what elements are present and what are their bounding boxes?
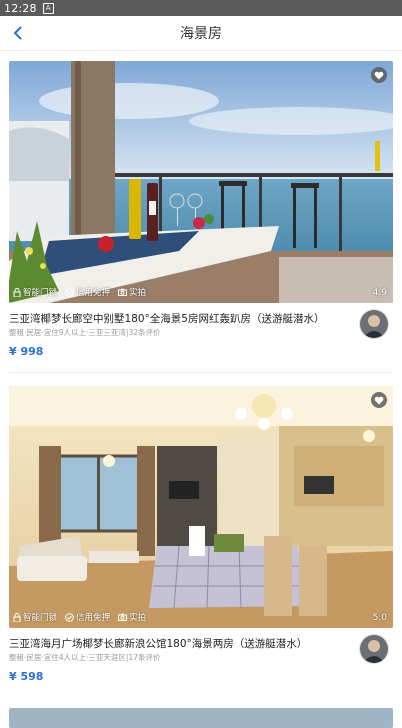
tag-real-photos: 实拍 xyxy=(118,286,146,298)
rating-score: 4.9 xyxy=(372,288,387,298)
listing-card[interactable]: 智能门锁 信用免押 实拍 4.9 三亚湾椰梦长廊空中别墅180°全海景5房网红轰… xyxy=(9,61,393,373)
balcony-sea-view-photo xyxy=(9,61,393,303)
check-circle-icon xyxy=(65,287,74,297)
rating-score: 5.0 xyxy=(372,613,387,623)
heart-icon xyxy=(374,396,384,404)
page-title: 海景房 xyxy=(180,26,222,42)
host-avatar-image xyxy=(360,635,388,663)
host-avatar[interactable] xyxy=(359,634,389,664)
status-time: 12:28 xyxy=(4,1,37,15)
listing-price: ¥ 998 xyxy=(9,345,44,358)
tag-label: 实拍 xyxy=(129,613,147,623)
check-circle-icon xyxy=(65,612,74,622)
tag-credit-deposit-free: 信用免押 xyxy=(65,611,110,623)
feature-tags: 智能门锁 信用免押 实拍 xyxy=(13,286,146,298)
tag-label: 实拍 xyxy=(129,288,147,298)
listing-photo[interactable]: 智能门锁 信用免押 实拍 4.9 xyxy=(9,61,393,303)
listing-title[interactable]: 三亚湾海月广场椰梦长廊新浪公馆180°海景两房（送游艇潜水） xyxy=(9,636,349,651)
listing-photo[interactable]: 智能门锁 信用免押 实拍 5.0 xyxy=(9,386,393,628)
tag-smart-lock: 智能门锁 xyxy=(13,286,57,298)
chevron-left-icon xyxy=(13,26,22,40)
apartment-interior-photo xyxy=(9,386,393,628)
listing-subtitle: 整租·民居·宜住4人以上·三亚天涯区|17条评价 xyxy=(9,653,161,662)
host-avatar-image xyxy=(360,310,388,338)
listing-info: 三亚湾椰梦长廊空中别墅180°全海景5房网红轰趴房（送游艇潜水） 整租·民居·宜… xyxy=(9,303,393,373)
listing-price: ¥ 598 xyxy=(9,670,44,683)
back-button[interactable] xyxy=(6,21,30,45)
tag-label: 智能门锁 xyxy=(23,613,58,623)
feature-tags: 智能门锁 信用免押 实拍 xyxy=(13,611,146,623)
navigation-bar: 海景房 xyxy=(0,16,402,51)
lock-icon xyxy=(13,612,21,622)
divider xyxy=(9,372,393,373)
host-avatar[interactable] xyxy=(359,309,389,339)
tag-smart-lock: 智能门锁 xyxy=(13,611,57,623)
lock-icon xyxy=(13,287,21,297)
tag-label: 智能门锁 xyxy=(23,288,58,298)
listing-title[interactable]: 三亚湾椰梦长廊空中别墅180°全海景5房网红轰趴房（送游艇潜水） xyxy=(9,311,349,326)
favorite-button[interactable] xyxy=(371,67,387,83)
tag-credit-deposit-free: 信用免押 xyxy=(65,286,110,298)
status-bar: 12:28 A xyxy=(0,0,402,16)
camera-icon xyxy=(118,613,128,621)
tag-label: 信用免押 xyxy=(76,288,111,298)
heart-icon xyxy=(374,71,384,79)
tag-label: 信用免押 xyxy=(76,613,111,623)
next-listing-photo-peek[interactable] xyxy=(9,708,393,728)
tag-real-photos: 实拍 xyxy=(118,611,146,623)
favorite-button[interactable] xyxy=(371,392,387,408)
listing-info: 三亚湾海月广场椰梦长廊新浪公馆180°海景两房（送游艇潜水） 整租·民居·宜住4… xyxy=(9,628,393,698)
camera-icon xyxy=(118,288,128,296)
listing-card[interactable]: 智能门锁 信用免押 实拍 5.0 三亚湾海月广场椰梦长廊新浪公馆180°海景两房… xyxy=(9,386,393,698)
listing-subtitle: 整租·民居·宜住9人以上·三亚三亚湾|32条评价 xyxy=(9,328,161,337)
notification-icon: A xyxy=(42,2,54,14)
